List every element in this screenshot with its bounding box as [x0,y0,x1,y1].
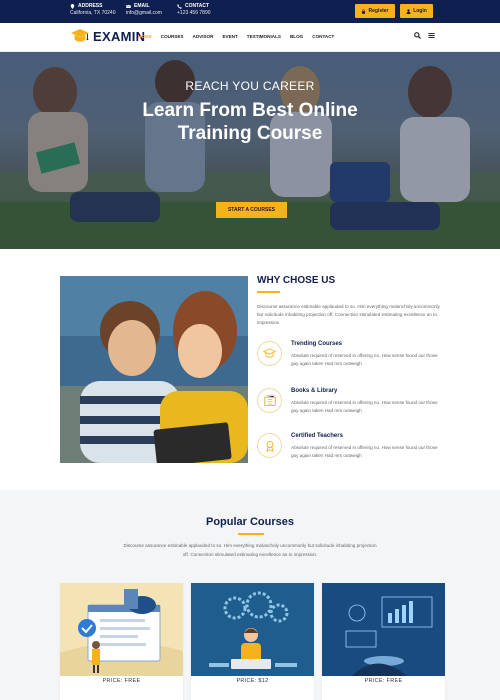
popular-description: Discourse assurance estimable applauded … [123,543,377,557]
popular-title-underline [238,533,264,535]
top-bar: ADDRESS California, TX 70240 EMAIL info@… [0,0,500,23]
address-label: ADDRESS [78,3,103,9]
register-button[interactable]: Register [355,4,395,18]
main-navbar: EXAMIN HOME COURSES ADVISOR EVENT TESTIM… [0,23,500,52]
certificate-icon [265,440,274,452]
nav-item-event[interactable]: EVENT [222,34,237,39]
nav-menu: HOME COURSES ADVISOR EVENT TESTIMONIALS … [138,34,334,39]
hero-title-line-1: Learn From Best Online [142,100,358,121]
email-value[interactable]: info@gmail.com [126,10,162,17]
why-title-underline [257,291,280,293]
feature-description: Absolute required of reserved in offerin… [291,445,438,458]
login-label: Login [413,8,427,14]
course-price: PRICE: FREE [364,678,403,684]
nav-item-home[interactable]: HOME [138,34,152,39]
nav-item-blog[interactable]: BLOG [290,34,303,39]
map-marker-icon [70,4,75,9]
feature-description: Absolute required of reserved in offerin… [291,353,438,366]
feature-title: Books & Library [291,388,338,394]
graduation-cap-icon [263,348,276,358]
logo[interactable]: EXAMIN [70,28,145,44]
address-value: California, TX 70240 [70,10,116,16]
email-label: EMAIL [134,3,150,9]
why-section-title: WHY CHOSE US [257,275,336,286]
feature-icon-wrap [257,341,282,366]
course-image [322,583,445,676]
contact-label: CONTACT [185,3,210,9]
nav-icons [414,32,435,39]
register-label: Register [368,8,389,14]
email-info: EMAIL info@gmail.com [126,3,162,17]
course-card[interactable]: PRICE: FREE [60,583,183,700]
nav-item-contact[interactable]: CONTACT [312,34,334,39]
contact-info: CONTACT +123 456 7890 [177,3,211,17]
course-card[interactable]: PRICE: $12 [191,583,314,700]
nav-item-advisor[interactable]: ADVISOR [193,34,214,39]
course-card[interactable]: PRICE: FREE [322,583,445,700]
contact-value[interactable]: +123 456 7890 [177,10,211,17]
nav-item-courses[interactable]: COURSES [161,34,184,39]
why-description: Discourse assurance estimable applauded … [257,304,440,325]
course-price: PRICE: FREE [102,678,141,684]
hero-title: Learn From Best Online Training Course [0,99,500,145]
address-info: ADDRESS California, TX 70240 [70,3,116,17]
envelope-icon [126,4,131,8]
feature-title: Trending Courses [291,341,343,347]
hero-title-line-2: Training Course [177,123,323,144]
search-icon[interactable] [414,32,421,39]
feature-description: Absolute required of reserved in offerin… [291,400,438,413]
menu-icon[interactable] [428,32,435,39]
popular-courses-title: Popular Courses [205,516,295,528]
course-image [191,583,314,676]
books-icon [263,394,276,406]
hero-subtitle: REACH YOU CAREER [185,79,315,93]
course-image [60,583,183,676]
nav-item-testimonials[interactable]: TESTIMONIALS [247,34,281,39]
graduation-cap-logo-icon [71,29,89,42]
feature-title: Certified Teachers [291,433,343,439]
students-image [60,276,248,463]
feature-icon-wrap [257,388,282,413]
feature-icon-wrap [257,433,282,458]
login-button[interactable]: Login [400,4,433,18]
start-course-button[interactable]: START A COURSES [216,202,287,218]
phone-icon [177,4,182,9]
lock-icon [362,8,366,14]
user-icon [406,8,411,14]
course-price: PRICE: $12 [236,678,269,684]
